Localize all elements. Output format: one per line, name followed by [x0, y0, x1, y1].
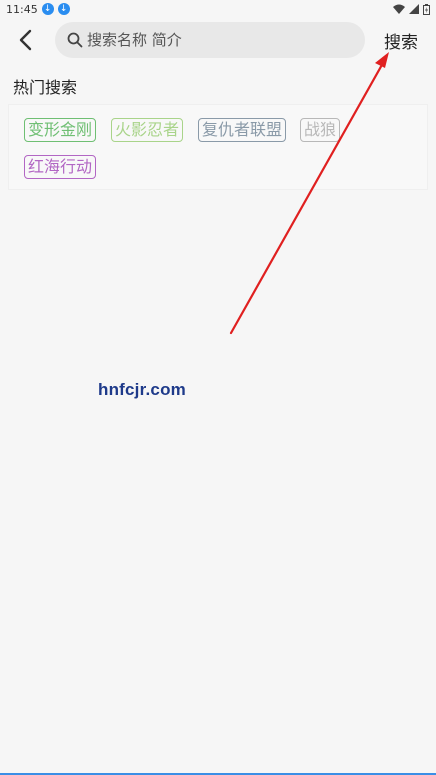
- watermark-text: hnfcjr.com: [98, 380, 186, 399]
- hot-tag-wolf-warrior[interactable]: 战狼: [300, 118, 341, 142]
- search-screen: 11:45 ↓ ↓ 搜索名称 简介 搜索 热门搜索 变形金刚 火影忍者 复仇者联…: [0, 0, 436, 775]
- status-left: 11:45 ↓ ↓: [6, 3, 70, 16]
- status-bar: 11:45 ↓ ↓: [0, 0, 436, 18]
- chevron-left-icon: [19, 29, 32, 51]
- download-icon: ↓: [41, 3, 54, 15]
- hot-tag-avengers[interactable]: 复仇者联盟: [198, 118, 287, 142]
- search-box[interactable]: [55, 22, 365, 58]
- status-time: 11:45: [6, 2, 38, 16]
- battery-icon: [423, 3, 430, 15]
- hot-tag-naruto[interactable]: 火影忍者: [111, 118, 184, 142]
- search-header: 搜索: [0, 20, 436, 62]
- status-right: [393, 3, 430, 15]
- search-input[interactable]: [87, 31, 347, 49]
- back-button[interactable]: [12, 26, 38, 54]
- signal-icon: [409, 4, 419, 14]
- download-icon-2: ↓: [57, 3, 70, 15]
- hot-search-tags: 变形金刚 火影忍者 复仇者联盟 战狼 红海行动: [8, 104, 428, 190]
- hot-search-title: 热门搜索: [13, 78, 78, 97]
- search-icon: [67, 32, 83, 48]
- hot-tag-operation-red-sea[interactable]: 红海行动: [24, 155, 97, 179]
- wifi-icon: [393, 4, 405, 14]
- search-button[interactable]: 搜索: [384, 28, 418, 53]
- hot-tag-transformers[interactable]: 变形金刚: [24, 118, 97, 142]
